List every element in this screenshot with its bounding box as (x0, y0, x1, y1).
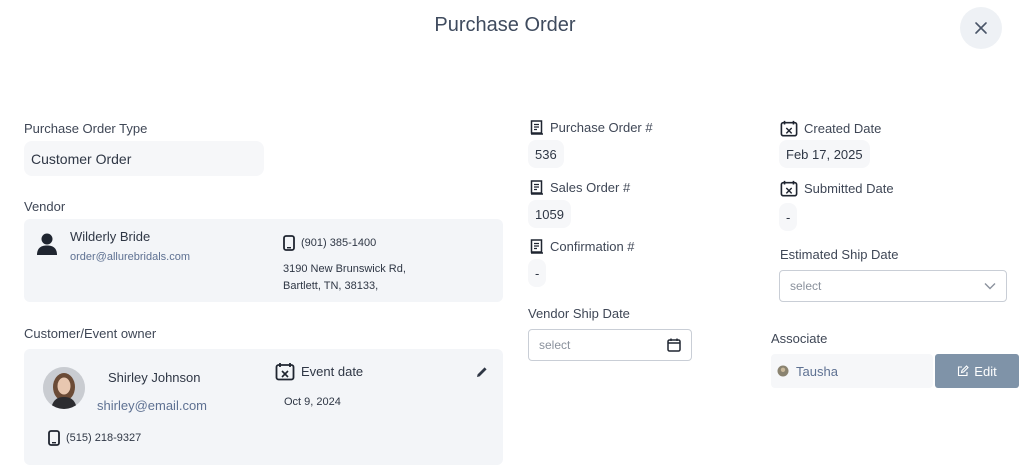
po-number-header: Purchase Order # (530, 120, 653, 135)
po-type-value: Customer Order (24, 141, 264, 176)
vendor-label: Vendor (24, 199, 66, 214)
po-number-text: 536 (535, 146, 557, 162)
mobile-phone-icon (283, 235, 295, 251)
so-number-header: Sales Order # (530, 180, 630, 195)
vendor-phone: (901) 385-1400 (301, 237, 377, 249)
associate-name: Tausha (796, 363, 838, 379)
vendor-ship-date-label: Vendor Ship Date (528, 306, 630, 321)
close-button[interactable] (960, 7, 1002, 49)
confirmation-value: - (528, 259, 547, 287)
edit-associate-button[interactable]: Edit (935, 354, 1019, 388)
vendor-ship-date-input[interactable]: select (528, 329, 692, 361)
customer-phone-row: (515) 218-9327 (48, 430, 141, 446)
avatar (43, 367, 85, 409)
avatar-photo (43, 367, 85, 409)
created-date-header: Created Date (780, 120, 881, 137)
po-type-text: Customer Order (31, 150, 132, 167)
submitted-date-label: Submitted Date (804, 181, 894, 196)
associate-avatar-icon (777, 365, 789, 377)
vendor-email[interactable]: order@allurebridals.com (70, 251, 190, 263)
pencil-icon[interactable] (476, 366, 488, 378)
po-number-label: Purchase Order # (550, 120, 653, 135)
created-date-text: Feb 17, 2025 (786, 146, 863, 162)
estimated-ship-date-select[interactable]: select (779, 270, 1007, 302)
po-number-value: 536 (528, 140, 564, 168)
vendor-address-line2: Bartlett, TN, 38133, (283, 280, 379, 292)
submitted-date-text: - (786, 209, 791, 225)
customer-name: Shirley Johnson (108, 370, 201, 385)
receipt-icon (530, 180, 543, 195)
event-date-value: Oct 9, 2024 (284, 396, 341, 408)
created-date-value: Feb 17, 2025 (779, 140, 870, 168)
vendor-card: Wilderly Bride order@allurebridals.com (… (24, 219, 503, 302)
edit-icon (958, 365, 970, 377)
calendar-icon (275, 363, 295, 381)
customer-phone: (515) 218-9327 (66, 432, 142, 444)
submitted-date-header: Submitted Date (780, 180, 894, 197)
confirmation-text: - (535, 265, 540, 281)
so-number-label: Sales Order # (550, 180, 631, 195)
receipt-icon (530, 239, 543, 254)
submitted-date-value: - (779, 203, 798, 231)
calendar-icon (780, 180, 798, 197)
vendor-ship-date-placeholder: select (539, 338, 571, 352)
created-date-label: Created Date (804, 121, 882, 136)
associate-label: Associate (771, 331, 828, 346)
event-date-label: Event date (301, 364, 364, 379)
receipt-icon (530, 120, 543, 135)
estimated-ship-date-label: Estimated Ship Date (780, 247, 899, 262)
estimated-ship-date-placeholder: select (790, 279, 822, 293)
po-type-label: Purchase Order Type (24, 121, 148, 136)
associate-value: Tausha (771, 354, 933, 388)
vendor-address-line1: 3190 New Brunswick Rd, (283, 263, 406, 275)
page-title: Purchase Order (434, 14, 576, 36)
edit-button-label: Edit (974, 363, 997, 379)
vendor-phone-row: (901) 385-1400 (283, 235, 376, 251)
event-date-header: Event date (275, 362, 363, 381)
calendar-icon[interactable] (667, 338, 681, 352)
customer-email[interactable]: shirley@email.com (97, 398, 207, 413)
close-icon (975, 22, 987, 34)
calendar-icon (780, 120, 798, 137)
mobile-phone-icon (48, 430, 60, 446)
so-number-value: 1059 (528, 200, 571, 228)
vendor-name: Wilderly Bride (70, 229, 151, 244)
so-number-text: 1059 (535, 206, 564, 222)
confirmation-label: Confirmation # (550, 239, 635, 254)
customer-label: Customer/Event owner (24, 326, 157, 341)
person-icon (37, 233, 57, 255)
confirmation-header: Confirmation # (530, 239, 635, 254)
customer-card: Shirley Johnson shirley@email.com (515) … (24, 349, 503, 465)
chevron-down-icon (984, 283, 996, 290)
